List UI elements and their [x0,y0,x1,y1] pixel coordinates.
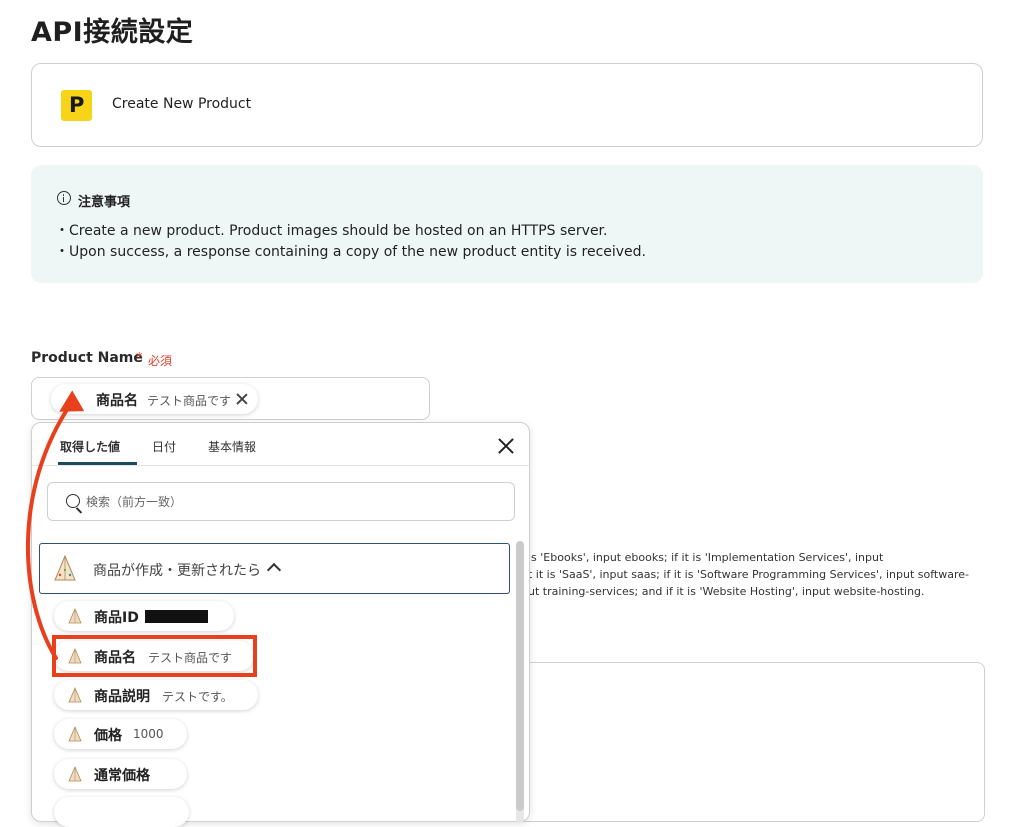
teepee-icon [68,766,82,782]
teepee-icon [68,608,82,624]
notice-line: ・Upon success, a response containing a c… [55,244,647,260]
notice-title: 注意事項 [78,195,131,210]
value-item-product-description[interactable]: 商品説明 テストです。 [54,680,258,710]
value-item-regular-price[interactable]: 通常価格 [54,759,187,789]
teepee-icon [65,391,79,407]
highlight-box [52,635,257,677]
notice-line: ・Create a new product. Product images sh… [55,223,608,239]
page-title: API接続設定 [31,17,194,48]
search-icon [66,494,80,508]
description-input[interactable] [510,662,985,822]
scrollbar-thumb[interactable] [516,541,524,811]
required-mark: * [136,351,143,366]
item-value: 1000 [133,727,164,741]
chevron-up-icon[interactable] [266,562,282,578]
teepee-icon [68,687,82,703]
tab-date[interactable]: 日付 [152,438,176,455]
tab-retrieved-values[interactable]: 取得した値 [60,438,120,455]
redacted-value [145,610,208,623]
value-picker-panel: 取得した値 日付 基本情報 商品が作成・更新されたら 商品ID 商品名 テスト商… [31,422,530,827]
info-icon [57,191,71,205]
item-label: 価格 [94,728,122,744]
value-item-product-id[interactable]: 商品ID [54,601,234,631]
app-logo-letter: P [69,93,85,117]
teepee-icon [54,555,76,581]
teepee-icon [68,726,82,742]
item-label: 商品ID [94,610,139,626]
item-value: テストです。 [162,690,233,704]
app-logo-icon: P [61,90,92,121]
product-name-label: Product Name [31,350,143,366]
item-label: 通常価格 [94,768,150,784]
product-name-input[interactable]: 商品名 テスト商品です [31,377,430,420]
help-text-line: is 'Ebooks', input ebooks; if it is 'Imp… [528,551,884,564]
close-icon[interactable] [496,436,516,456]
chip-label: 商品名 [96,393,138,409]
group-label: 商品が作成・更新されたら [93,563,261,579]
action-card: P Create New Product [31,63,983,147]
trigger-group-header[interactable]: 商品が作成・更新されたら [39,543,510,594]
required-text: 必須 [148,354,173,368]
value-item-price[interactable]: 価格 1000 [54,719,187,749]
tab-divider [32,465,529,466]
search-box[interactable] [47,482,515,521]
help-text-line: t it is 'SaaS', input saas; if it is 'So… [528,568,970,581]
notice-box: 注意事項 ・Create a new product. Product imag… [31,165,983,283]
remove-chip-icon[interactable] [236,393,248,405]
action-name: Create New Product [112,96,252,112]
chip-value: テスト商品です [147,394,232,408]
help-text-line: ut training-services; and if it is 'Webs… [528,585,925,598]
item-label: 商品説明 [94,689,150,705]
search-input[interactable] [86,492,486,512]
value-chip[interactable]: 商品名 テスト商品です [51,384,258,414]
tab-basic-info[interactable]: 基本情報 [208,438,256,455]
value-item-partial[interactable] [54,797,189,827]
